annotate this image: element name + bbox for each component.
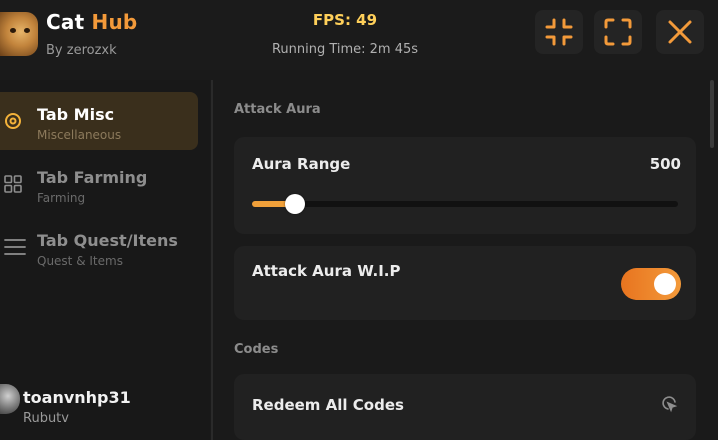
aura-range-card: Aura Range 500	[234, 137, 696, 234]
section-attack-aura: Attack Aura	[234, 102, 321, 117]
maximize-button[interactable]	[594, 10, 642, 54]
tab-farming-subtitle: Farming	[37, 191, 86, 205]
attack-aura-card: Attack Aura W.I.P	[234, 246, 696, 320]
tab-misc[interactable]: Tab Misc Miscellaneous	[0, 92, 198, 150]
close-icon	[668, 20, 692, 44]
username: toanvnhp31	[23, 388, 131, 407]
close-button[interactable]	[656, 10, 704, 54]
redeem-codes-button[interactable]: Redeem All Codes	[234, 374, 696, 440]
sidebar: Tab Misc Miscellaneous Tab Farming Farmi…	[0, 80, 210, 440]
tab-farming[interactable]: Tab Farming Farming	[0, 155, 198, 213]
menu-icon	[4, 239, 26, 255]
header: Cat Hub By zerozxk FPS: 49 Running Time:…	[0, 0, 718, 70]
shrink-icon	[545, 18, 573, 46]
running-time: Running Time: 2m 45s	[271, 42, 419, 57]
aura-range-value: 500	[649, 155, 681, 173]
toggle-thumb	[654, 273, 676, 295]
tab-quest-items[interactable]: Tab Quest/Itens Quest & Items	[0, 218, 198, 276]
fps-counter: FPS: 49	[312, 11, 378, 29]
attack-aura-label: Attack Aura W.I.P	[252, 262, 401, 280]
slider-handle[interactable]	[284, 194, 305, 214]
aura-range-slider[interactable]	[252, 194, 678, 214]
minimize-button[interactable]	[535, 10, 583, 54]
user-subtitle: Rubutv	[23, 411, 69, 426]
tab-misc-subtitle: Miscellaneous	[37, 128, 122, 142]
tab-misc-label: Tab Misc	[37, 105, 115, 124]
scrollbar[interactable]	[710, 80, 714, 148]
content-panel: Attack Aura Aura Range 500 Attack Aura W…	[213, 80, 718, 440]
grid-icon	[4, 175, 22, 193]
tab-farming-label: Tab Farming	[37, 168, 148, 187]
expand-icon	[604, 18, 632, 46]
aura-range-label: Aura Range	[252, 155, 351, 173]
tab-quest-subtitle: Quest & Items	[37, 254, 123, 268]
attack-aura-toggle[interactable]	[621, 268, 681, 300]
section-codes: Codes	[234, 342, 279, 357]
tap-icon	[662, 396, 678, 413]
gear-icon	[5, 113, 21, 129]
tab-quest-label: Tab Quest/Itens	[37, 231, 178, 250]
redeem-codes-label: Redeem All Codes	[252, 396, 404, 414]
